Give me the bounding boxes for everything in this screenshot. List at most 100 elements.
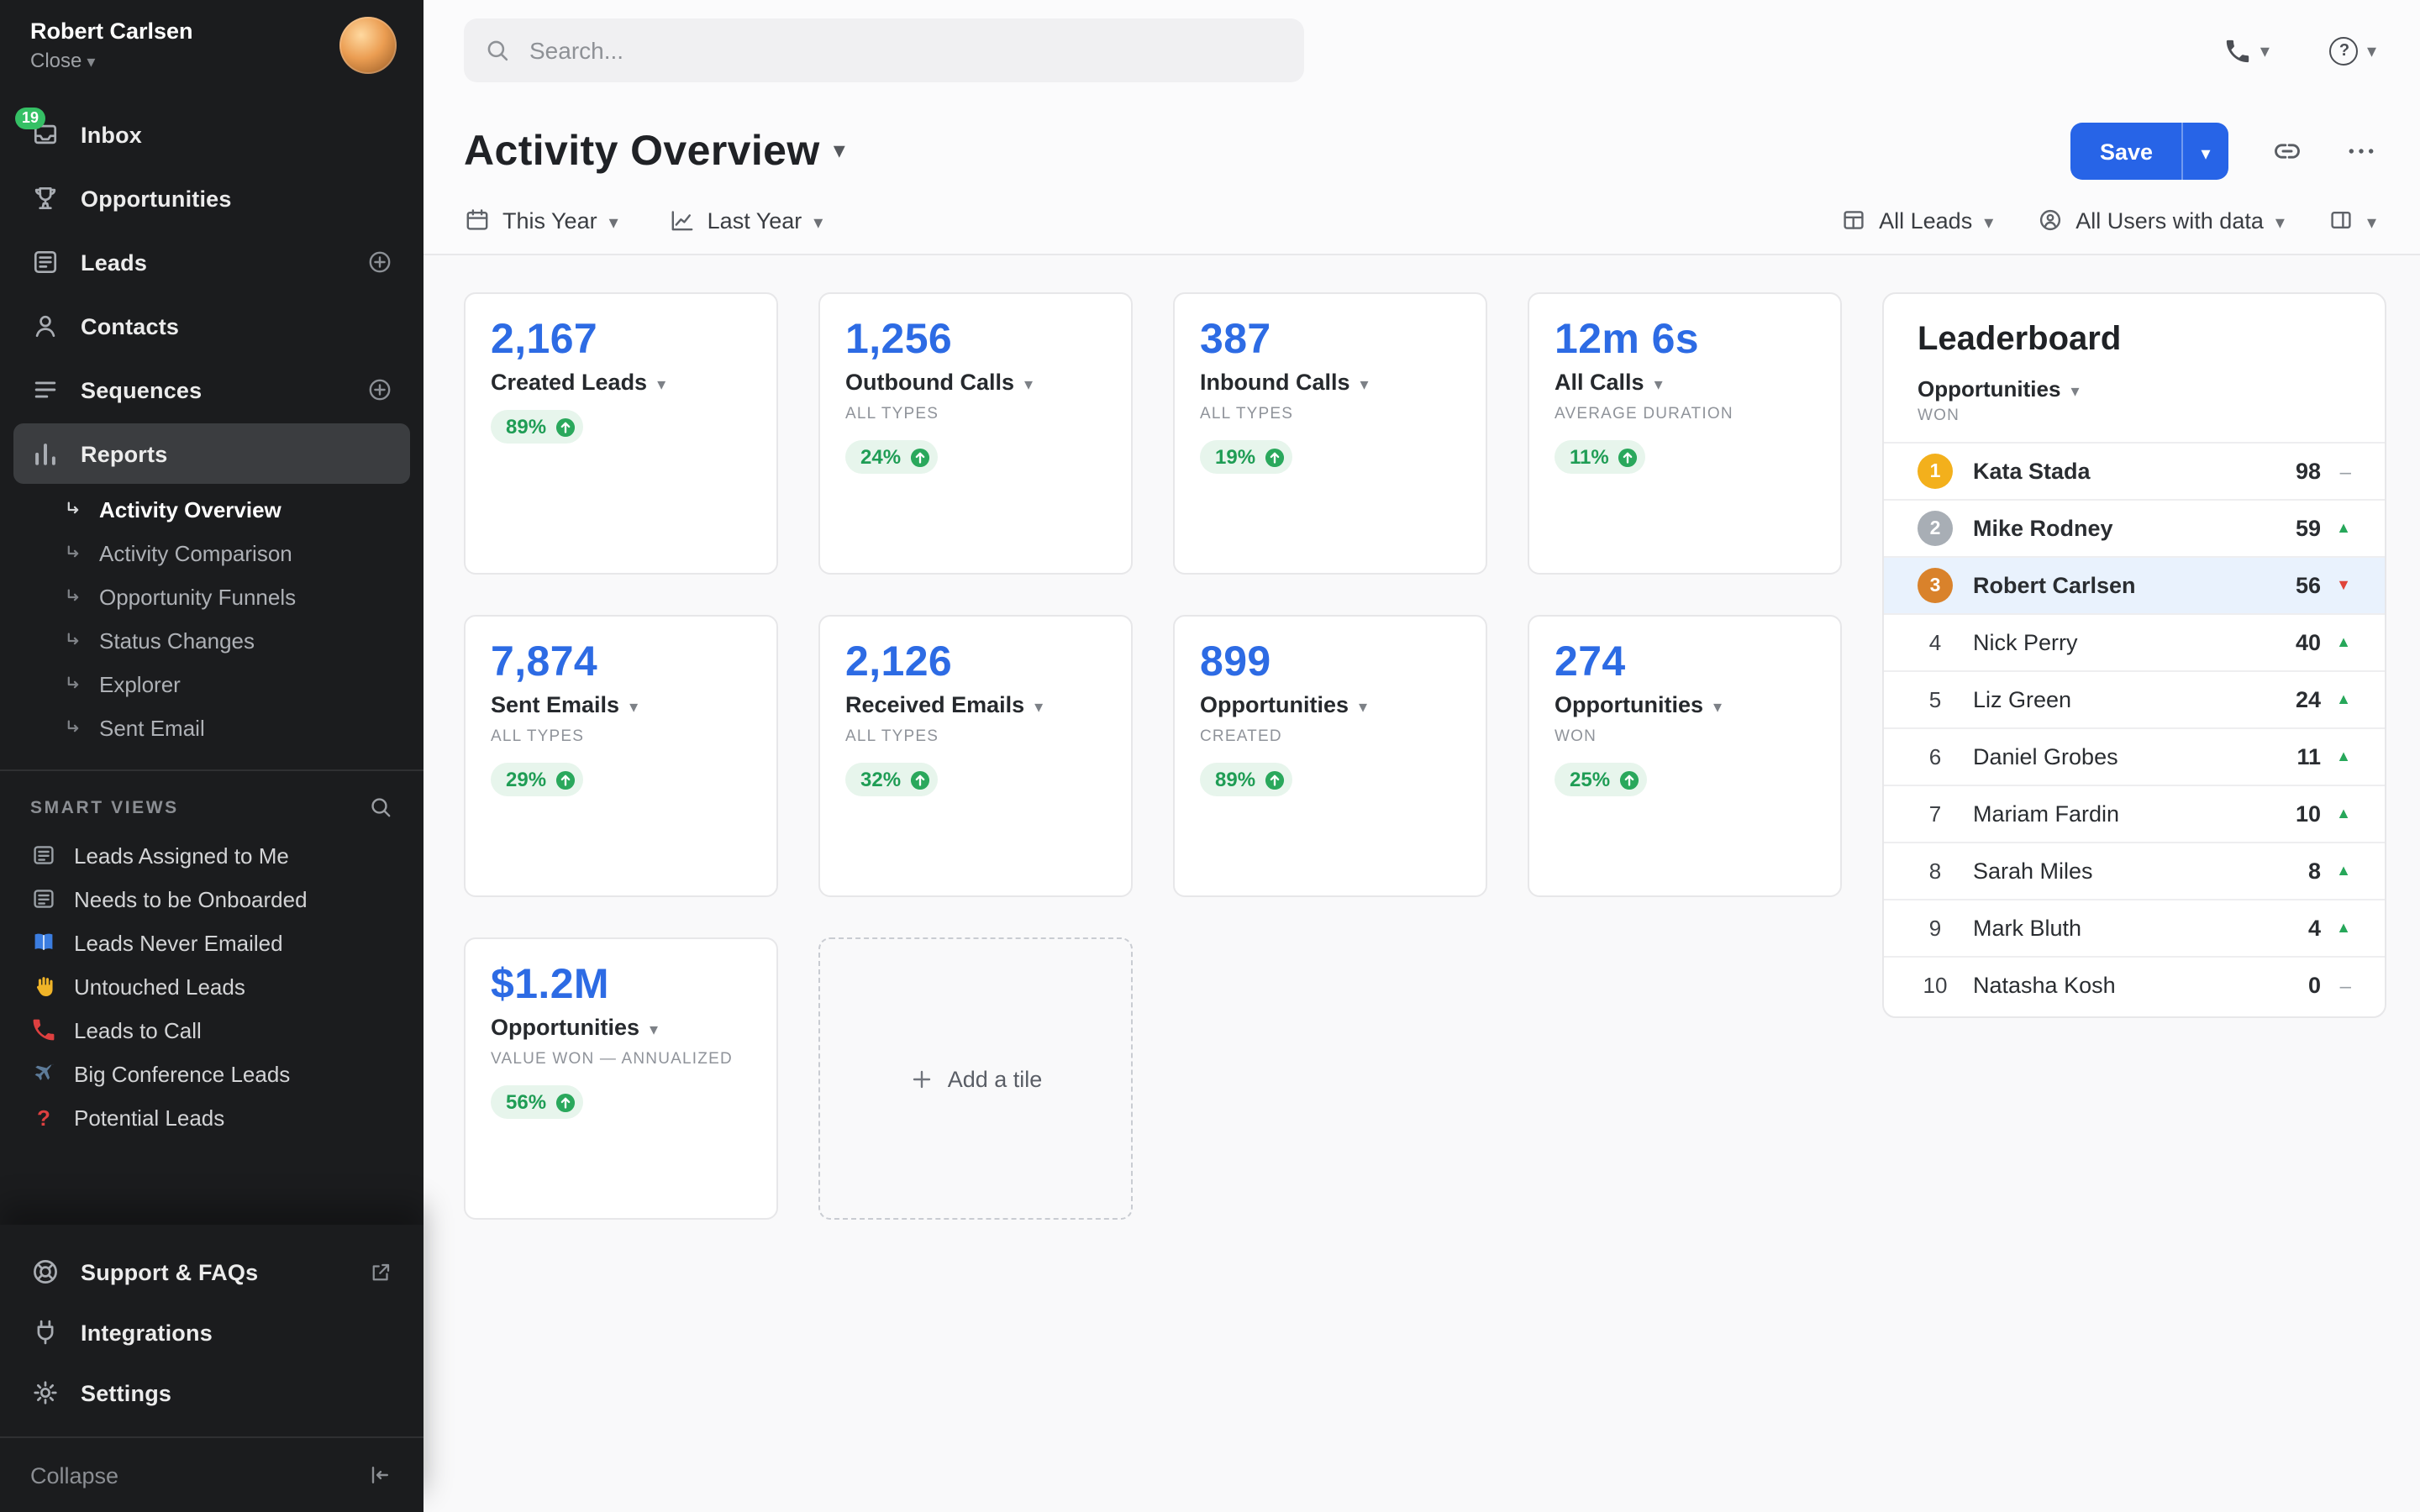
chevron-down-icon bbox=[1360, 370, 1369, 395]
tile-metric-selector[interactable]: Opportunities bbox=[1555, 692, 1815, 717]
submenu-item-status-changes[interactable]: Status Changes bbox=[0, 618, 424, 662]
leaderboard-row[interactable]: 1 Kata Stada 98 bbox=[1884, 442, 2385, 499]
chevron-down-icon bbox=[2260, 35, 2270, 66]
sidebar-item-leads[interactable]: Leads bbox=[13, 232, 410, 292]
leaderboard-submetric: WON bbox=[1884, 407, 2385, 425]
sidebar-item-inbox[interactable]: 19 Inbox bbox=[13, 104, 410, 165]
rank-badge: 3 bbox=[1918, 568, 1953, 603]
tile-metric-selector[interactable]: Inbound Calls bbox=[1200, 370, 1460, 395]
add-sequence-icon[interactable] bbox=[366, 376, 393, 403]
leaderboard-row[interactable]: 6 Daniel Grobes 11 bbox=[1884, 727, 2385, 785]
sidebar-item-sequences[interactable]: Sequences bbox=[13, 360, 410, 420]
org-switcher[interactable]: Close bbox=[30, 49, 193, 72]
account-switcher[interactable]: Robert Carlsen Close bbox=[0, 0, 424, 87]
tile-value: 899 bbox=[1200, 638, 1460, 687]
bar-chart-icon bbox=[30, 438, 60, 469]
leaderboard-row[interactable]: 10 Natasha Kosh 0 bbox=[1884, 956, 2385, 1013]
leaderboard-row[interactable]: 7 Mariam Fardin 10 bbox=[1884, 785, 2385, 842]
table-icon bbox=[1840, 207, 1867, 234]
users-filter[interactable]: All Users with data bbox=[2037, 207, 2285, 234]
share-link-icon[interactable] bbox=[2272, 136, 2302, 166]
tile-metric-selector[interactable]: Outbound Calls bbox=[845, 370, 1106, 395]
add-lead-icon[interactable] bbox=[366, 249, 393, 276]
page-header: Activity Overview Save bbox=[424, 97, 2420, 190]
chevron-down-icon bbox=[2275, 207, 2285, 233]
leaderboard-row-current-user[interactable]: 3 Robert Carlsen 56 bbox=[1884, 556, 2385, 613]
search-input[interactable] bbox=[526, 35, 1284, 66]
rank-badge: 1 bbox=[1918, 454, 1953, 489]
collapse-sidebar-button[interactable]: Collapse bbox=[0, 1436, 424, 1512]
blue-book-icon bbox=[30, 929, 57, 956]
tile-metric-selector[interactable]: Received Emails bbox=[845, 692, 1106, 717]
leaderboard-value: 4 bbox=[2308, 916, 2321, 941]
smart-view-needs-onboarding[interactable]: Needs to be Onboarded bbox=[0, 877, 424, 921]
leaderboard-row[interactable]: 9 Mark Bluth 4 bbox=[1884, 899, 2385, 956]
smart-view-untouched-leads[interactable]: Untouched Leads bbox=[0, 964, 424, 1008]
tile-label: Opportunities bbox=[1555, 692, 1703, 717]
submenu-item-label: Explorer bbox=[99, 671, 181, 696]
submenu-item-opportunity-funnels[interactable]: Opportunity Funnels bbox=[0, 575, 424, 618]
metric-tile-opportunities-created: 899 Opportunities CREATED 89% bbox=[1173, 615, 1487, 897]
submenu-item-activity-overview[interactable]: Activity Overview bbox=[0, 487, 424, 531]
search-bar[interactable] bbox=[464, 18, 1304, 82]
tile-metric-selector[interactable]: Created Leads bbox=[491, 370, 751, 395]
delta-value: 24% bbox=[860, 446, 901, 470]
delta-value: 19% bbox=[1215, 446, 1255, 470]
submenu-item-activity-comparison[interactable]: Activity Comparison bbox=[0, 531, 424, 575]
leaderboard-row[interactable]: 8 Sarah Miles 8 bbox=[1884, 842, 2385, 899]
smart-view-leads-never-emailed[interactable]: Leads Never Emailed bbox=[0, 921, 424, 964]
tile-value: 12m 6s bbox=[1555, 316, 1815, 365]
sidebar-item-integrations[interactable]: Integrations bbox=[13, 1302, 410, 1362]
add-tile-label: Add a tile bbox=[948, 1066, 1043, 1091]
hand-icon bbox=[30, 973, 57, 1000]
sidebar-item-reports[interactable]: Reports bbox=[13, 423, 410, 484]
leaderboard-row[interactable]: 2 Mike Rodney 59 bbox=[1884, 499, 2385, 556]
delta-badge: 56% bbox=[491, 1086, 583, 1120]
leaderboard-value: 98 bbox=[2296, 459, 2321, 484]
sidebar-item-support[interactable]: Support & FAQs bbox=[13, 1242, 410, 1302]
smart-view-leads-assigned-to-me[interactable]: Leads Assigned to Me bbox=[0, 833, 424, 877]
tile-metric-selector[interactable]: Opportunities bbox=[1200, 692, 1460, 717]
smart-view-potential-leads[interactable]: Potential Leads bbox=[0, 1095, 424, 1139]
save-options-button[interactable] bbox=[2181, 123, 2228, 180]
leads-filter[interactable]: All Leads bbox=[1840, 207, 1993, 234]
save-button[interactable]: Save bbox=[2071, 123, 2181, 180]
sidebar-item-opportunities[interactable]: Opportunities bbox=[13, 168, 410, 228]
calendar-icon bbox=[464, 207, 491, 234]
tile-sublabel: AVERAGE DURATION bbox=[1555, 403, 1807, 426]
org-name: Close bbox=[30, 49, 82, 72]
tile-metric-selector[interactable]: Sent Emails bbox=[491, 692, 751, 717]
smart-views-search-icon[interactable] bbox=[368, 795, 393, 820]
leaderboard-name: Mark Bluth bbox=[1973, 916, 2081, 941]
user-meta: Robert Carlsen Close bbox=[30, 18, 193, 72]
help-menu[interactable] bbox=[2330, 35, 2376, 66]
sidebar-item-settings[interactable]: Settings bbox=[13, 1362, 410, 1423]
sidebar-item-contacts[interactable]: Contacts bbox=[13, 296, 410, 356]
delta-badge: 11% bbox=[1555, 441, 1646, 475]
smart-view-big-conference-leads[interactable]: Big Conference Leads bbox=[0, 1052, 424, 1095]
date-range-filter[interactable]: This Year bbox=[464, 207, 618, 234]
avatar[interactable] bbox=[339, 17, 397, 74]
report-title-menu-chevron[interactable] bbox=[834, 136, 845, 166]
leaderboard-row[interactable]: 5 Liz Green 24 bbox=[1884, 670, 2385, 727]
submenu-item-explorer[interactable]: Explorer bbox=[0, 662, 424, 706]
tile-metric-selector[interactable]: All Calls bbox=[1555, 370, 1815, 395]
comparison-filter[interactable]: Last Year bbox=[669, 207, 823, 234]
trend-up-icon bbox=[555, 1092, 576, 1114]
tile-metric-selector[interactable]: Opportunities bbox=[491, 1015, 751, 1040]
app-root: Robert Carlsen Close 19 Inbox bbox=[0, 0, 2420, 1512]
submenu-item-sent-email[interactable]: Sent Email bbox=[0, 706, 424, 749]
leaderboard-row[interactable]: 4 Nick Perry 40 bbox=[1884, 613, 2385, 670]
columns-toggle[interactable] bbox=[2328, 207, 2376, 234]
add-tile-button[interactable]: Add a tile bbox=[818, 937, 1133, 1220]
delta-value: 89% bbox=[1215, 769, 1255, 792]
more-options-icon[interactable] bbox=[2346, 136, 2376, 166]
smart-view-label: Needs to be Onboarded bbox=[74, 886, 308, 911]
metric-tiles-grid: 2,167 Created Leads 89% 1,256 Outbound C… bbox=[464, 292, 1842, 1220]
leaderboard-metric-selector[interactable]: Opportunities bbox=[1884, 376, 2385, 402]
smart-view-leads-to-call[interactable]: Leads to Call bbox=[0, 1008, 424, 1052]
elbow-arrow-icon bbox=[62, 673, 84, 695]
metric-tile-all-calls: 12m 6s All Calls AVERAGE DURATION 11% bbox=[1528, 292, 1842, 575]
phone-menu[interactable] bbox=[2223, 35, 2270, 66]
help-icon bbox=[2330, 36, 2359, 65]
